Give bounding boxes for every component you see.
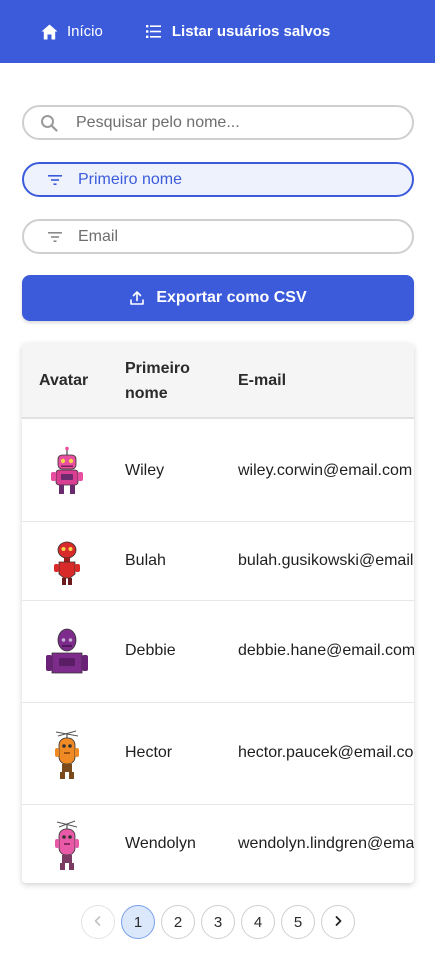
users-table: Avatar Primeiro nome E-mail Wiley wiley.… (22, 343, 414, 883)
table-header: Avatar Primeiro nome E-mail (22, 343, 414, 419)
email-cell: debbie.hane@email.com (238, 642, 414, 659)
search-input[interactable] (76, 113, 412, 132)
first-name-cell: Debbie (125, 642, 176, 659)
table-row[interactable]: Wendolyn wendolyn.lindgren@email.com (22, 805, 414, 883)
export-csv-button[interactable]: Exportar como CSV (22, 275, 414, 321)
nav-home-label: Início (67, 23, 103, 40)
email-cell: wiley.corwin@email.com (238, 462, 413, 479)
next-page-button[interactable] (321, 905, 355, 939)
table-row[interactable]: Debbie debbie.hane@email.com (22, 601, 414, 703)
first-name-cell: Wiley (125, 462, 165, 479)
nav-list-label: Listar usuários salvos (171, 23, 331, 40)
nav-list-link[interactable]: Listar usuários salvos (145, 23, 330, 41)
avatar (42, 728, 92, 785)
page-button-1[interactable]: 1 (121, 905, 155, 939)
export-csv-label: Exportar como CSV (156, 289, 307, 306)
filter-icon (46, 228, 64, 246)
email-cell: hector.paucek@email.com (238, 744, 414, 761)
pagination: 1 2 3 4 5 (81, 905, 361, 939)
search-icon (40, 114, 58, 132)
home-icon (40, 23, 58, 41)
first-name-filter-input[interactable] (78, 170, 412, 189)
email-cell: wendolyn.lindgren@email.com (238, 835, 414, 852)
table-row[interactable]: Hector hector.paucek@email.com (22, 703, 414, 805)
page-button-4[interactable]: 4 (241, 905, 275, 939)
nav-home-link[interactable]: Início (40, 23, 103, 41)
page-button-2[interactable]: 2 (161, 905, 195, 939)
column-header-email: E-mail (238, 372, 287, 389)
avatar (42, 819, 92, 876)
first-name-cell: Hector (125, 744, 173, 761)
email-filter-field (22, 219, 414, 254)
chevron-right-icon (332, 914, 344, 931)
column-header-first-name: Primeiro nome (125, 360, 190, 402)
email-filter-input[interactable] (78, 227, 412, 246)
column-header-avatar: Avatar (39, 372, 89, 389)
chevron-left-icon (92, 914, 104, 931)
search-field (22, 105, 414, 140)
email-cell: bulah.gusikowski@email.com (238, 552, 414, 569)
first-name-cell: Bulah (125, 552, 166, 569)
page-button-3[interactable]: 3 (201, 905, 235, 939)
first-name-filter-field (22, 162, 414, 197)
top-nav-bar: Início Listar usuários salvos (0, 0, 435, 63)
avatar (42, 627, 92, 682)
avatar (42, 540, 92, 591)
avatar (42, 446, 92, 501)
page-button-5[interactable]: 5 (281, 905, 315, 939)
first-name-cell: Wendolyn (125, 835, 196, 852)
filter-icon (46, 171, 64, 189)
upload-icon (129, 290, 145, 306)
table-row[interactable]: Bulah bulah.gusikowski@email.com (22, 522, 414, 601)
previous-page-button[interactable] (81, 905, 115, 939)
table-row[interactable]: Wiley wiley.corwin@email.com (22, 421, 414, 522)
list-icon (145, 23, 163, 41)
